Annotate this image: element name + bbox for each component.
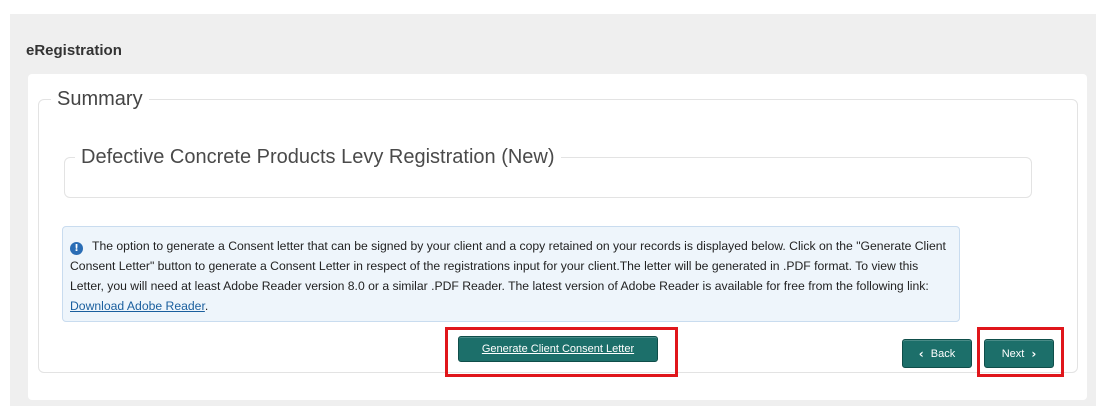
app-title: eRegistration: [26, 42, 122, 59]
generate-consent-letter-label: Generate Client Consent Letter: [481, 343, 635, 355]
generate-consent-letter-button[interactable]: Generate Client Consent Letter: [458, 336, 658, 362]
next-button[interactable]: Next ›: [984, 339, 1054, 368]
info-message: ! The option to generate a Consent letter…: [62, 226, 960, 322]
back-button[interactable]: ‹ Back: [902, 339, 972, 368]
registration-section: Defective Concrete Products Levy Registr…: [64, 146, 1032, 198]
main-panel: Summary Defective Concrete Products Levy…: [28, 74, 1087, 400]
chevron-right-icon: ›: [1031, 346, 1037, 361]
info-text: The option to generate a Consent letter …: [70, 239, 946, 293]
info-circle-icon: !: [70, 242, 83, 255]
summary-legend: Summary: [57, 88, 143, 110]
registration-legend: Defective Concrete Products Levy Registr…: [81, 146, 555, 168]
next-label: Next: [1001, 347, 1025, 360]
download-adobe-reader-link[interactable]: Download Adobe Reader: [70, 299, 205, 313]
info-trailing: .: [204, 299, 209, 313]
chevron-left-icon: ‹: [918, 346, 924, 361]
back-label: Back: [930, 347, 956, 360]
